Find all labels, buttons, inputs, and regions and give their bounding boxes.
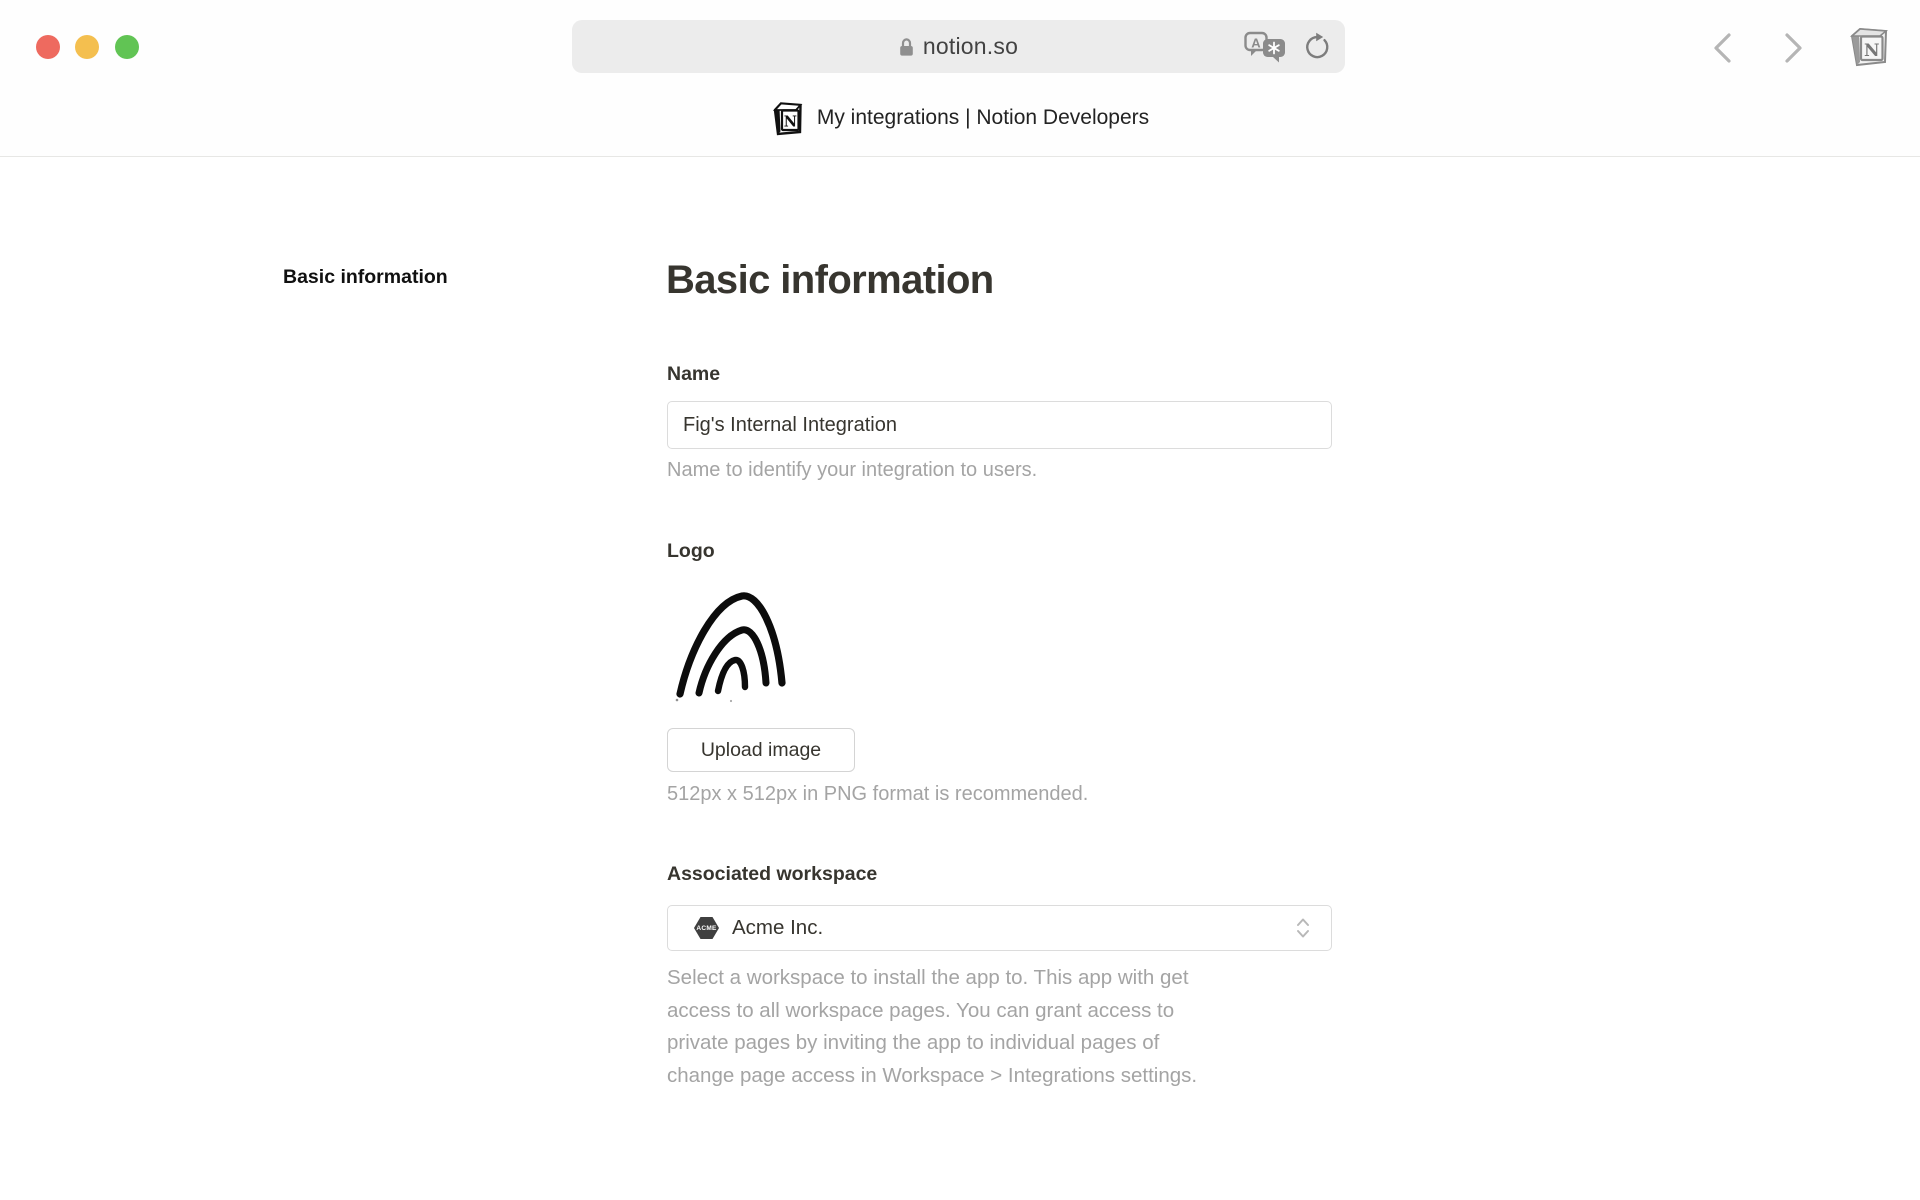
select-chevrons-icon (1295, 916, 1311, 940)
address-bar-center: notion.so (572, 20, 1345, 73)
workspace-helper-text: Select a workspace to install the app to… (667, 962, 1367, 1092)
integration-name-input[interactable] (667, 401, 1332, 449)
zoom-window-button[interactable] (115, 35, 139, 59)
integration-logo-image (674, 588, 792, 709)
url-text: notion.so (923, 33, 1018, 60)
tab-title: My integrations | Notion Developers (817, 106, 1149, 130)
upload-image-button[interactable]: Upload image (667, 728, 855, 772)
workspace-badge-icon: ACME (694, 917, 719, 939)
back-button[interactable] (1706, 32, 1742, 64)
address-bar[interactable]: notion.so A (572, 20, 1345, 73)
translate-icon[interactable]: A (1244, 30, 1289, 63)
tab-title-row[interactable]: N My integrations | Notion Developers (0, 98, 1920, 138)
workspace-label: Associated workspace (667, 863, 877, 886)
forward-button[interactable] (1774, 32, 1810, 64)
notion-favicon: N (771, 101, 804, 136)
browser-chrome: notion.so A (0, 0, 1920, 157)
name-label: Name (667, 363, 720, 386)
reload-icon[interactable] (1303, 32, 1331, 62)
minimize-window-button[interactable] (75, 35, 99, 59)
logo-helper-text: 512px x 512px in PNG format is recommend… (667, 783, 1088, 806)
name-helper-text: Name to identify your integration to use… (667, 459, 1037, 482)
notion-app-icon[interactable]: N (1846, 24, 1890, 70)
workspace-selected-value: Acme Inc. (732, 916, 823, 940)
svg-text:A: A (1251, 36, 1261, 51)
svg-text:N: N (1864, 41, 1880, 61)
page-title: Basic information (666, 258, 994, 303)
close-window-button[interactable] (36, 35, 60, 59)
svg-text:N: N (784, 113, 797, 130)
lock-icon (899, 37, 914, 57)
browser-window: notion.so A (0, 0, 1920, 1200)
workspace-select[interactable]: ACME Acme Inc. (667, 905, 1332, 951)
logo-label: Logo (667, 540, 715, 563)
sidebar-item-basic-information[interactable]: Basic information (283, 266, 448, 289)
